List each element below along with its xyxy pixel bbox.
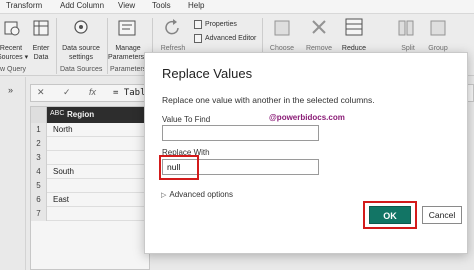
replace-values-dialog: Replace Values Replace one value with an… <box>144 52 468 254</box>
chevron-right-icon: ▷ <box>161 192 167 199</box>
dialog-title: Replace Values <box>162 66 253 81</box>
advanced-options-label: Advanced options <box>169 190 233 199</box>
dialog-description: Replace one value with another in the se… <box>162 95 375 105</box>
value-to-find-label: Value To Find <box>162 115 211 124</box>
cancel-button[interactable]: Cancel <box>422 206 462 224</box>
replace-with-highlight <box>159 155 199 180</box>
advanced-options-toggle[interactable]: ▷ Advanced options <box>161 190 233 199</box>
value-to-find-input[interactable] <box>162 125 319 141</box>
watermark-text: @powerbidocs.com <box>269 113 345 122</box>
ok-button[interactable]: OK <box>369 206 411 224</box>
